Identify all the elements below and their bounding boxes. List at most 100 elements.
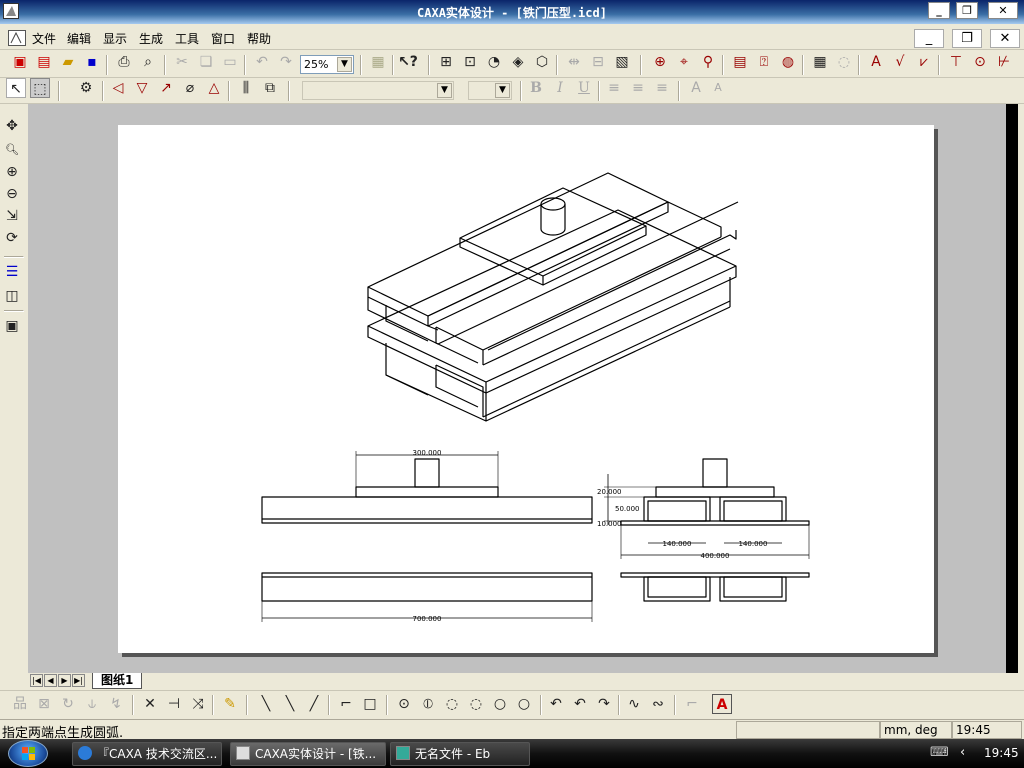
drawing-sheet[interactable]: 300.000 700.000 400.000 140.000 140.000 …	[118, 125, 934, 653]
chevron-down-icon[interactable]: ▼	[495, 83, 510, 98]
projection-view-icon[interactable]: ⊡	[460, 52, 480, 72]
zoom-select[interactable]: 25% ▼	[300, 55, 354, 74]
angled-line-tool-icon[interactable]: ╲	[280, 694, 300, 714]
center-mark-icon[interactable]: ⊕	[650, 52, 670, 72]
leader-icon[interactable]: ⊬	[994, 52, 1014, 72]
font-size-select[interactable]: ▼	[468, 81, 512, 100]
bold-button[interactable]: B	[526, 78, 546, 98]
line-style-icon[interactable]: ☰	[2, 262, 22, 282]
doc-close-button[interactable]: ✕	[990, 29, 1020, 48]
tab-sheet-1[interactable]: 图纸1	[92, 673, 143, 689]
next-sheet-icon[interactable]: ▶	[58, 674, 71, 687]
menu-generate[interactable]: 生成	[139, 30, 163, 47]
table-icon[interactable]: ▦	[810, 52, 830, 72]
roughness-icon[interactable]: √	[890, 52, 910, 72]
close-button[interactable]: ✕	[988, 2, 1018, 19]
select-arrow-icon[interactable]: ↖	[6, 78, 26, 98]
align-center-icon[interactable]: ≡	[628, 78, 648, 98]
cut-icon[interactable]: ✂	[172, 52, 192, 72]
first-sheet-icon[interactable]: |◀	[30, 674, 43, 687]
text-annotation-icon[interactable]: A	[866, 52, 886, 72]
layer-tool-icon[interactable]: 品	[10, 694, 30, 714]
keyboard-icon[interactable]: ⌨	[930, 745, 949, 760]
document-icon[interactable]	[8, 30, 26, 46]
polyline-tool-icon[interactable]: ⌐	[336, 694, 356, 714]
brush-tool-icon[interactable]: ✎	[220, 694, 240, 714]
zoom-in-icon[interactable]: ⊕	[2, 162, 22, 182]
font-select[interactable]: ▼	[302, 81, 454, 100]
view-link-icon[interactable]: ⊟	[588, 52, 608, 72]
rectangle-tool-icon[interactable]: □	[360, 694, 380, 714]
task-caxa-forum[interactable]: 『CAXA 技术交流区...	[72, 742, 222, 766]
font-shrink-icon[interactable]: A	[708, 78, 728, 98]
center-line-icon[interactable]: ⌖	[674, 52, 694, 72]
section-view-icon[interactable]: ◔	[484, 52, 504, 72]
properties-icon[interactable]: ▣	[2, 316, 22, 336]
vertical-scrollbar[interactable]	[1006, 104, 1018, 674]
save-icon[interactable]: ▪	[82, 52, 102, 72]
arc-2pt-tool-icon[interactable]: ↷	[594, 694, 614, 714]
standard-view-icon[interactable]: ⊞	[436, 52, 456, 72]
menu-window[interactable]: 窗口	[211, 30, 235, 47]
rotate-tool-icon[interactable]: ↻	[58, 694, 78, 714]
prev-sheet-icon[interactable]: ◀	[44, 674, 57, 687]
diameter-icon[interactable]: ⌀	[180, 78, 200, 98]
offset-tool-icon[interactable]: ↯	[106, 694, 126, 714]
curve-tool-icon[interactable]: ∾	[648, 694, 668, 714]
context-help-icon[interactable]: ↖?	[398, 52, 418, 72]
chevron-down-icon[interactable]: ▼	[337, 57, 352, 72]
new-drawing-icon[interactable]: ▤	[34, 52, 54, 72]
view-update-icon[interactable]: ▧	[612, 52, 632, 72]
task-untitled-eb[interactable]: 无名文件 - Eb	[390, 742, 530, 766]
circle-2pt-tool-icon[interactable]: ⦶	[418, 694, 438, 714]
chevron-down-icon[interactable]: ▼	[437, 83, 452, 98]
menu-view[interactable]: 显示	[103, 30, 127, 47]
align-left-icon[interactable]: ≡	[604, 78, 624, 98]
font-grow-icon[interactable]: A	[686, 78, 706, 98]
copy-icon[interactable]: ❏	[196, 52, 216, 72]
doc-minimize-button[interactable]: _	[914, 29, 944, 48]
circle-tool-icon[interactable]: ○	[514, 694, 534, 714]
title-block-icon[interactable]: ◍	[778, 52, 798, 72]
pan-icon[interactable]: ✥	[2, 116, 22, 136]
zoom-window-icon[interactable]: 🔍︎	[2, 140, 22, 160]
arc-3pt-tool-icon[interactable]: ↶	[570, 694, 590, 714]
open-folder-icon[interactable]: ▰	[58, 52, 78, 72]
partial-view-icon[interactable]: ◈	[508, 52, 528, 72]
line-tool-icon[interactable]: ╲	[256, 694, 276, 714]
balloon-icon[interactable]: ⍰	[754, 52, 774, 72]
view-align-icon[interactable]: ⇹	[564, 52, 584, 72]
paste-icon[interactable]: ▭	[220, 52, 240, 72]
grid-icon[interactable]: ▦	[368, 52, 388, 72]
bom-icon[interactable]: ▤	[730, 52, 750, 72]
new-file-icon[interactable]: ▣	[10, 52, 30, 72]
thread-icon[interactable]: ⚲	[698, 52, 718, 72]
menu-tools[interactable]: 工具	[175, 30, 199, 47]
text-tool-icon[interactable]: A	[712, 694, 732, 714]
frame-icon[interactable]: ⧉	[260, 78, 280, 98]
menu-edit[interactable]: 编辑	[67, 30, 91, 47]
circle-center-tool-icon[interactable]: ⊙	[394, 694, 414, 714]
minimize-button[interactable]: _	[928, 2, 950, 19]
start-button[interactable]	[8, 740, 48, 767]
print-preview-icon[interactable]: ⌕	[138, 52, 158, 72]
circle-3pt-tool-icon[interactable]: ◌	[442, 694, 462, 714]
select-box-icon[interactable]: ⬚	[30, 78, 50, 98]
chamfer-tool-icon[interactable]: ⌐	[682, 694, 702, 714]
task-caxa-app[interactable]: CAXA实体设计 - [铁...	[230, 742, 386, 766]
circle-radius-tool-icon[interactable]: ○	[490, 694, 510, 714]
align-right-icon[interactable]: ≡	[652, 78, 672, 98]
diagonal-line-tool-icon[interactable]: ╱	[304, 694, 324, 714]
underline-button[interactable]: U	[574, 78, 594, 98]
iso-view-icon[interactable]: ⬡	[532, 52, 552, 72]
circle-tangent-tool-icon[interactable]: ◌	[466, 694, 486, 714]
menu-file[interactable]: 文件	[32, 30, 56, 47]
italic-button[interactable]: I	[550, 78, 570, 98]
extend-icon[interactable]: ▽	[132, 78, 152, 98]
break-tool-icon[interactable]: ⤨	[188, 694, 208, 714]
mirror-tool-icon[interactable]: ⫝	[82, 694, 102, 714]
delete-tool-icon[interactable]: ✕	[140, 694, 160, 714]
symbol-icon[interactable]: ◌	[834, 52, 854, 72]
redraw-icon[interactable]: ⟳	[2, 228, 22, 248]
menu-help[interactable]: 帮助	[247, 30, 271, 47]
